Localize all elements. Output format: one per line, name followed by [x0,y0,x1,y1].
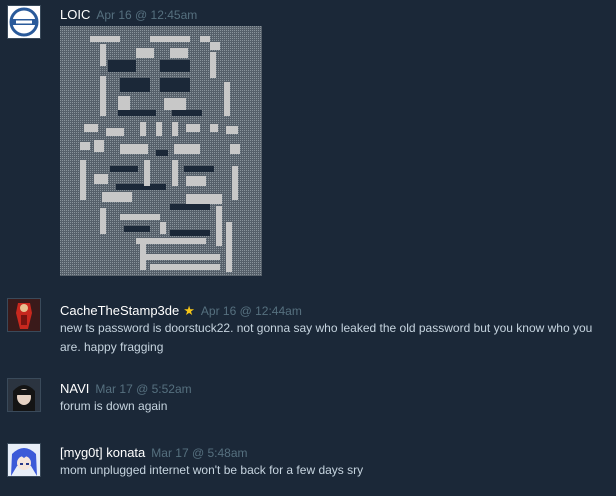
ascii-shadow-block [170,230,210,236]
comment-author[interactable]: LOIC [60,7,90,22]
ascii-shadow-block [110,166,138,172]
comment-timestamp: Mar 17 @ 5:52am [95,382,192,396]
blue-anime-avatar[interactable] [7,443,41,477]
ascii-light-block [84,124,98,132]
ascii-light-block [80,160,86,200]
comment-author[interactable]: NAVI [60,381,89,396]
comment-text: forum is down again [60,399,168,413]
ascii-light-block [150,36,190,42]
ascii-light-block [100,208,106,234]
ascii-shadow-block [160,78,190,92]
ascii-shadow-block [118,110,156,116]
red-character-avatar[interactable] [7,298,41,332]
ascii-light-block [80,142,90,150]
ascii-shadow-block [184,166,214,172]
ascii-light-block [90,36,120,42]
ascii-light-block [186,176,206,186]
ascii-light-block [164,98,186,110]
ascii-light-block [120,144,148,154]
comment-text: new ts password is doorstuck22. not gonn… [60,321,593,354]
ascii-light-block [172,160,178,186]
ascii-light-block [174,144,200,154]
ascii-light-block [100,44,106,66]
ascii-light-block [156,122,162,136]
ascii-shadow-block [172,110,202,116]
ascii-shadow-block [170,204,210,210]
ascii-light-block [94,140,104,152]
ascii-light-block [118,96,130,110]
star-icon: ★ [183,303,195,318]
ascii-light-block [172,122,178,136]
ascii-shadow-block [120,78,150,92]
ascii-light-block [120,214,160,220]
ascii-light-block [140,242,146,270]
ascii-light-block [232,166,238,200]
ascii-light-block [230,144,240,154]
comment-author[interactable]: CacheTheStamp3de [60,303,179,318]
ascii-light-block [224,82,230,116]
ascii-light-block [144,160,150,186]
ascii-light-block [210,124,218,132]
ascii-light-block [94,174,108,184]
comment-author[interactable]: [myg0t] konata [60,445,145,460]
ascii-light-block [150,264,220,270]
comment-timestamp: Apr 16 @ 12:45am [96,8,198,22]
ascii-shadow-block [156,150,168,156]
ascii-light-block [140,122,146,136]
ascii-light-block [186,194,222,204]
ascii-shadow-block [116,184,166,190]
ascii-light-block [136,238,206,244]
ascii-art-image [60,26,262,276]
ascii-shadow-block [124,226,150,232]
ascii-light-block [226,222,232,272]
ascii-light-block [102,192,132,202]
ascii-light-block [186,124,200,132]
ascii-shadow-block [160,60,190,72]
ascii-light-block [210,52,216,78]
ascii-light-block [216,206,222,246]
ascii-light-block [210,42,220,50]
ascii-light-block [160,222,166,234]
comment-timestamp: Apr 16 @ 12:44am [200,304,302,318]
ascii-light-block [200,36,210,42]
ascii-light-block [226,126,238,134]
comment-text: mom unplugged internet won't be back for… [60,463,364,477]
ascii-light-block [106,128,124,136]
loic-logo-icon[interactable] [7,5,41,39]
ascii-light-block [170,48,188,58]
ascii-light-block [136,48,154,58]
dark-anime-avatar[interactable] [7,378,41,412]
comment-timestamp: Mar 17 @ 5:48am [151,446,248,460]
ascii-shadow-block [108,60,136,72]
ascii-light-block [140,254,220,260]
ascii-light-block [100,76,106,116]
